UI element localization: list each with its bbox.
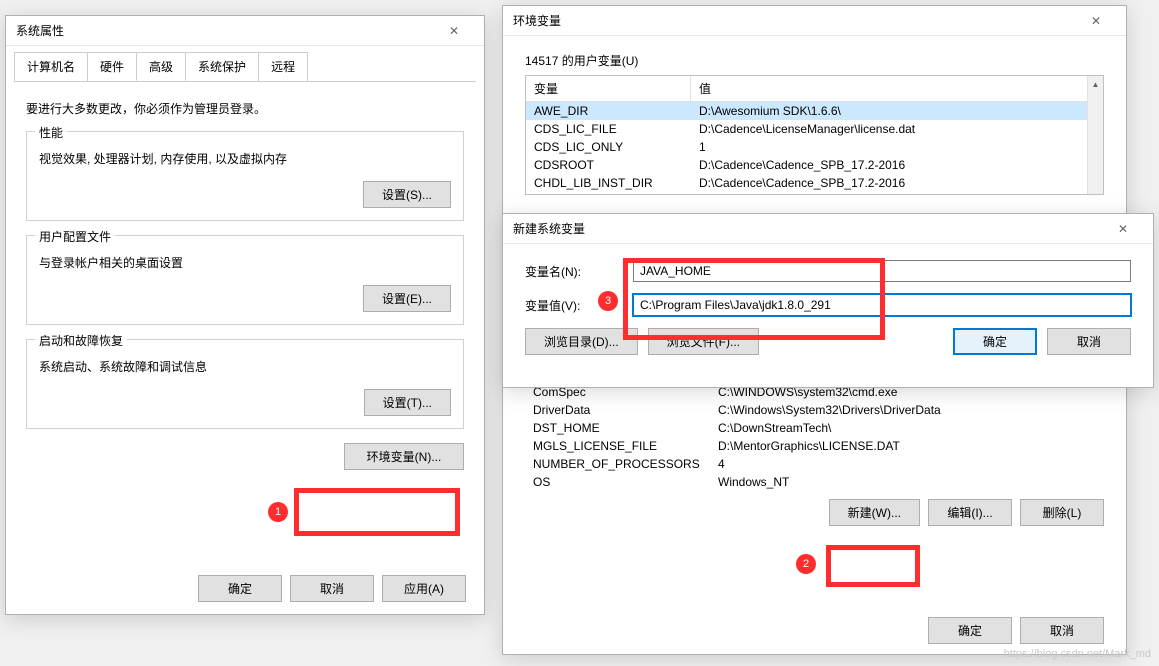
table-row[interactable]: DST_HOMEC:\DownStreamTech\	[525, 419, 1104, 437]
table-row[interactable]: NUMBER_OF_PROCESSORS4	[525, 455, 1104, 473]
group-title-startup: 启动和故障恢复	[35, 332, 127, 349]
cancel-button[interactable]: 取消	[1020, 617, 1104, 644]
table-row[interactable]: CDSROOTD:\Cadence\Cadence_SPB_17.2-2016	[526, 156, 1103, 174]
list-header: 变量 值	[526, 76, 1103, 102]
table-row[interactable]: AWE_DIRD:\Awesomium SDK\1.6.6\	[526, 102, 1103, 120]
cell-variable: OS	[525, 473, 710, 491]
tab-hardware[interactable]: 硬件	[87, 52, 137, 81]
variable-name-label: 变量名(N):	[525, 263, 633, 280]
table-row[interactable]: DriverDataC:\Windows\System32\Drivers\Dr…	[525, 401, 1104, 419]
user-profiles-group: 用户配置文件 与登录帐户相关的桌面设置 设置(E)...	[26, 235, 464, 325]
cell-value: C:\DownStreamTech\	[710, 419, 1104, 437]
cell-variable: CDS_LIC_FILE	[526, 120, 691, 138]
scroll-up-icon[interactable]: ▲	[1088, 76, 1103, 92]
variable-value-input[interactable]	[633, 294, 1131, 316]
profiles-settings-button[interactable]: 设置(E)...	[363, 285, 451, 312]
cell-variable: MGLS_LICENSE_FILE	[525, 437, 710, 455]
close-icon[interactable]: ✕	[434, 16, 474, 46]
browse-file-button[interactable]: 浏览文件(F)...	[648, 328, 759, 355]
cell-variable: DST_HOME	[525, 419, 710, 437]
table-row[interactable]: CDS_LIC_ONLY1	[526, 138, 1103, 156]
cell-variable: DriverData	[525, 401, 710, 419]
environment-variables-button[interactable]: 环境变量(N)...	[344, 443, 464, 470]
startup-settings-button[interactable]: 设置(T)...	[364, 389, 451, 416]
cell-variable: CDS_LIC_ONLY	[526, 138, 691, 156]
tab-computer-name[interactable]: 计算机名	[14, 52, 88, 81]
cell-value: Windows_NT	[710, 473, 1104, 491]
ok-button[interactable]: 确定	[953, 328, 1037, 355]
tab-remote[interactable]: 远程	[258, 52, 308, 81]
tab-system-protection[interactable]: 系统保护	[185, 52, 259, 81]
scrollbar[interactable]: ▲	[1087, 76, 1103, 194]
system-vars-buttons: 新建(W)... 编辑(I)... 删除(L)	[525, 499, 1104, 526]
cell-value: D:\Cadence\LicenseManager\license.dat	[691, 120, 1103, 138]
table-row[interactable]: CDS_LIC_FILED:\Cadence\LicenseManager\li…	[526, 120, 1103, 138]
user-vars-label: 14517 的用户变量(U)	[525, 52, 1104, 69]
tab-advanced[interactable]: 高级	[136, 52, 186, 81]
cancel-button[interactable]: 取消	[290, 575, 374, 602]
table-row[interactable]: CHDL_LIB_INST_DIRD:\Cadence\Cadence_SPB_…	[526, 174, 1103, 192]
ok-button[interactable]: 确定	[198, 575, 282, 602]
watermark-text: https://blog.csdn.net/Mark_md	[1004, 648, 1151, 660]
cell-variable: NUMBER_OF_PROCESSORS	[525, 455, 710, 473]
ok-button[interactable]: 确定	[928, 617, 1012, 644]
startup-recovery-group: 启动和故障恢复 系统启动、系统故障和调试信息 设置(T)...	[26, 339, 464, 429]
tab-bar: 计算机名 硬件 高级 系统保护 远程	[6, 46, 484, 81]
table-row[interactable]: MGLS_LICENSE_FILED:\MentorGraphics\LICEN…	[525, 437, 1104, 455]
titlebar: 环境变量 ✕	[503, 6, 1126, 36]
variable-name-input[interactable]	[633, 260, 1131, 282]
cell-value: C:\Windows\System32\Drivers\DriverData	[710, 401, 1104, 419]
system-properties-dialog: 系统属性 ✕ 计算机名 硬件 高级 系统保护 远程 要进行大多数更改，你必须作为…	[5, 15, 485, 615]
new-button[interactable]: 新建(W)...	[829, 499, 920, 526]
dialog-title: 系统属性	[16, 22, 64, 39]
cell-value: D:\MentorGraphics\LICENSE.DAT	[710, 437, 1104, 455]
cell-value: D:\Cadence\Cadence_SPB_17.2-2016	[691, 174, 1103, 192]
startup-text: 系统启动、系统故障和调试信息	[39, 358, 451, 375]
variable-value-label: 变量值(V):	[525, 297, 633, 314]
close-icon[interactable]: ✕	[1103, 214, 1143, 244]
tab-content: 要进行大多数更改，你必须作为管理员登录。 性能 视觉效果, 处理器计划, 内存使…	[6, 82, 484, 480]
dialog-title: 环境变量	[513, 12, 561, 29]
new-system-variable-dialog: 新建系统变量 ✕ 变量名(N): 变量值(V): 浏览目录(D)... 浏览文件…	[502, 213, 1154, 388]
col-variable[interactable]: 变量	[526, 76, 691, 101]
cell-value: D:\Awesomium SDK\1.6.6\	[691, 102, 1103, 120]
user-variables-list[interactable]: 变量 值 AWE_DIRD:\Awesomium SDK\1.6.6\CDS_L…	[525, 75, 1104, 195]
close-icon[interactable]: ✕	[1076, 6, 1116, 36]
cancel-button[interactable]: 取消	[1047, 328, 1131, 355]
cell-value: 1	[691, 138, 1103, 156]
titlebar: 新建系统变量 ✕	[503, 214, 1153, 244]
group-title-perf: 性能	[35, 124, 67, 141]
cell-variable: AWE_DIR	[526, 102, 691, 120]
dialog-title: 新建系统变量	[513, 220, 585, 237]
dialog-button-row: 确定 取消	[928, 617, 1104, 644]
edit-button[interactable]: 编辑(I)...	[928, 499, 1012, 526]
profiles-text: 与登录帐户相关的桌面设置	[39, 254, 451, 271]
group-title-profiles: 用户配置文件	[35, 228, 115, 245]
cell-variable: CDSROOT	[526, 156, 691, 174]
table-row[interactable]: OSWindows_NT	[525, 473, 1104, 491]
dialog-button-row: 确定 取消 应用(A)	[198, 575, 466, 602]
cell-value: 4	[710, 455, 1104, 473]
perf-text: 视觉效果, 处理器计划, 内存使用, 以及虚拟内存	[39, 150, 451, 167]
col-value[interactable]: 值	[691, 76, 1103, 101]
titlebar: 系统属性 ✕	[6, 16, 484, 46]
cell-value: D:\Cadence\Cadence_SPB_17.2-2016	[691, 156, 1103, 174]
delete-button[interactable]: 删除(L)	[1020, 499, 1104, 526]
intro-text: 要进行大多数更改，你必须作为管理员登录。	[26, 100, 464, 117]
performance-group: 性能 视觉效果, 处理器计划, 内存使用, 以及虚拟内存 设置(S)...	[26, 131, 464, 221]
apply-button[interactable]: 应用(A)	[382, 575, 466, 602]
browse-dir-button[interactable]: 浏览目录(D)...	[525, 328, 638, 355]
cell-variable: CHDL_LIB_INST_DIR	[526, 174, 691, 192]
perf-settings-button[interactable]: 设置(S)...	[363, 181, 451, 208]
